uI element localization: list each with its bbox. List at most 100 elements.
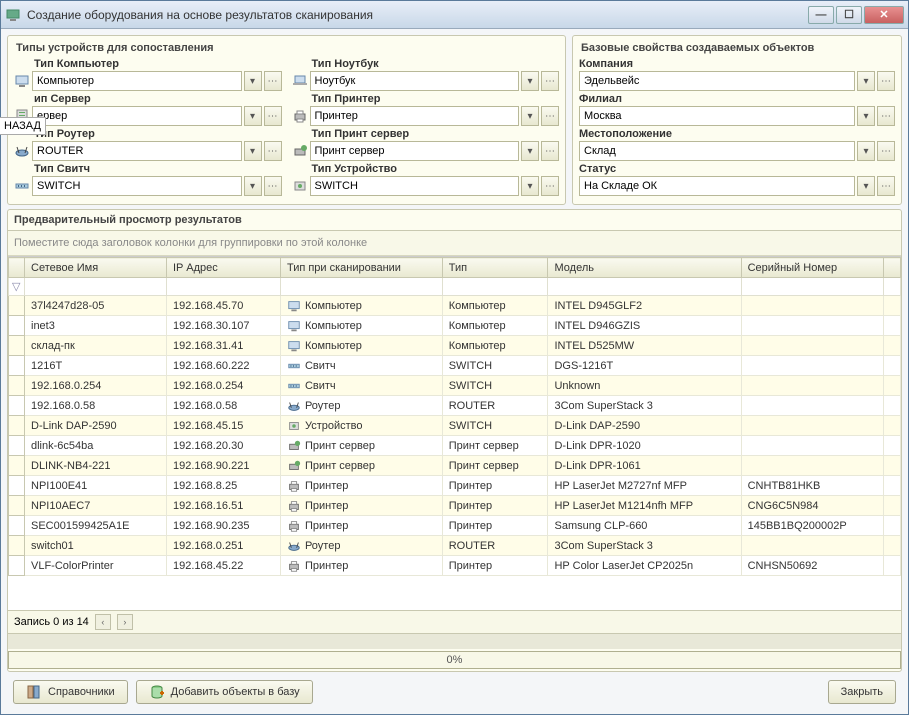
table-row[interactable]: D-Link DAP-2590192.168.45.15УстройствоSW… (9, 416, 901, 436)
row-header[interactable] (9, 376, 25, 396)
row-header[interactable] (9, 556, 25, 576)
nav-prev-button[interactable]: ‹ (95, 614, 111, 630)
browse-button[interactable]: ⋯ (264, 176, 282, 196)
devtype-input[interactable] (33, 107, 241, 125)
dropdown-button[interactable]: ▾ (244, 71, 262, 91)
row-header[interactable] (9, 356, 25, 376)
nav-next-button[interactable]: › (117, 614, 133, 630)
row-header[interactable] (9, 296, 25, 316)
table-row[interactable]: dlink-6c54ba192.168.20.30Принт серверПри… (9, 436, 901, 456)
filter-cell[interactable] (741, 278, 884, 296)
cell-serial: CNG6C5N984 (741, 496, 884, 516)
browse-button[interactable]: ⋯ (264, 106, 282, 126)
dropdown-button[interactable]: ▾ (521, 141, 539, 161)
cell-ip: 192.168.45.70 (166, 296, 280, 316)
column-header[interactable]: Сетевое Имя (25, 258, 167, 278)
browse-button[interactable]: ⋯ (877, 141, 895, 161)
dropdown-button[interactable]: ▾ (521, 106, 539, 126)
browse-button[interactable]: ⋯ (264, 71, 282, 91)
column-header[interactable]: IP Адрес (166, 258, 280, 278)
close-button[interactable]: Закрыть (828, 680, 896, 704)
devtype-input[interactable] (311, 72, 519, 90)
devtype-input[interactable] (311, 107, 519, 125)
browse-button[interactable]: ⋯ (541, 106, 559, 126)
back-tooltip: НАЗАД (0, 117, 46, 135)
table-row[interactable]: NPI100E41192.168.8.25ПринтерПринтерHP La… (9, 476, 901, 496)
filter-cell[interactable] (166, 278, 280, 296)
column-header[interactable]: Серийный Номер (741, 258, 884, 278)
maximize-button[interactable]: ☐ (836, 6, 862, 24)
table-row[interactable]: 192.168.0.58192.168.0.58РоутерROUTER3Com… (9, 396, 901, 416)
group-by-hint[interactable]: Поместите сюда заголовок колонки для гру… (8, 231, 901, 256)
window-close-button[interactable]: ✕ (864, 6, 904, 24)
dropdown-button[interactable]: ▾ (244, 176, 262, 196)
row-header[interactable] (9, 476, 25, 496)
dropdown-button[interactable]: ▾ (521, 71, 539, 91)
filter-cell[interactable] (280, 278, 442, 296)
table-row[interactable]: DLINK-NB4-221192.168.90.221Принт серверП… (9, 456, 901, 476)
filter-icon[interactable]: ▽ (9, 281, 23, 293)
cell-name: 37l4247d28-05 (25, 296, 167, 316)
titlebar[interactable]: Создание оборудования на основе результа… (1, 1, 908, 29)
table-row[interactable]: VLF-ColorPrinter192.168.45.22ПринтерПрин… (9, 556, 901, 576)
cell-name: dlink-6c54ba (25, 436, 167, 456)
baseprop-input[interactable] (580, 142, 854, 160)
table-row[interactable]: 37l4247d28-05192.168.45.70КомпьютерКомпь… (9, 296, 901, 316)
dropdown-button[interactable]: ▾ (521, 176, 539, 196)
row-header[interactable] (9, 436, 25, 456)
devtype-input[interactable] (311, 142, 519, 160)
devtype-input[interactable] (33, 72, 241, 90)
column-header[interactable]: Модель (548, 258, 741, 278)
cell-ip: 192.168.90.221 (166, 456, 280, 476)
table-row[interactable]: inet3192.168.30.107КомпьютерКомпьютерINT… (9, 316, 901, 336)
table-row[interactable]: 1216T192.168.60.222СвитчSWITCHDGS-1216T (9, 356, 901, 376)
row-header[interactable] (9, 456, 25, 476)
table-row[interactable]: 192.168.0.254192.168.0.254СвитчSWITCHUnk… (9, 376, 901, 396)
dropdown-button[interactable]: ▾ (857, 141, 875, 161)
devtype-input[interactable] (33, 177, 241, 195)
row-header[interactable] (9, 416, 25, 436)
row-header[interactable] (9, 316, 25, 336)
filter-cell[interactable] (442, 278, 548, 296)
table-row[interactable]: склад-пк192.168.31.41КомпьютерКомпьютерI… (9, 336, 901, 356)
filter-cell[interactable] (25, 278, 167, 296)
browse-button[interactable]: ⋯ (541, 141, 559, 161)
baseprop-input[interactable] (580, 177, 854, 195)
table-row[interactable]: NPI10AEC7192.168.16.51ПринтерПринтерHP L… (9, 496, 901, 516)
browse-button[interactable]: ⋯ (264, 141, 282, 161)
row-header[interactable] (9, 336, 25, 356)
devtype-input[interactable] (311, 177, 519, 195)
browse-button[interactable]: ⋯ (877, 176, 895, 196)
horizontal-scrollbar[interactable] (8, 633, 901, 649)
table-row[interactable]: SEC001599425A1E192.168.90.235ПринтерПрин… (9, 516, 901, 536)
dropdown-button[interactable]: ▾ (857, 106, 875, 126)
dropdown-button[interactable]: ▾ (244, 141, 262, 161)
row-header[interactable] (9, 536, 25, 556)
row-header[interactable] (9, 496, 25, 516)
cell-type: Компьютер (442, 296, 548, 316)
devtype-input[interactable] (33, 142, 241, 160)
add-objects-button[interactable]: Добавить объекты в базу (136, 680, 313, 704)
row-header[interactable] (9, 396, 25, 416)
browse-button[interactable]: ⋯ (541, 71, 559, 91)
dropdown-button[interactable]: ▾ (857, 71, 875, 91)
browse-button[interactable]: ⋯ (541, 176, 559, 196)
filter-cell[interactable] (548, 278, 741, 296)
baseprop-label: Местоположение (579, 128, 895, 140)
column-header[interactable]: Тип при сканировании (280, 258, 442, 278)
browse-button[interactable]: ⋯ (877, 106, 895, 126)
minimize-button[interactable]: — (808, 6, 834, 24)
table-row[interactable]: switch01192.168.0.251РоутерROUTER3Com Su… (9, 536, 901, 556)
references-button[interactable]: Справочники (13, 680, 128, 704)
browse-button[interactable]: ⋯ (877, 71, 895, 91)
column-header[interactable]: Тип (442, 258, 548, 278)
dropdown-button[interactable]: ▾ (244, 106, 262, 126)
dropdown-button[interactable]: ▾ (857, 176, 875, 196)
results-grid[interactable]: Сетевое ИмяIP АдресТип при сканированииТ… (8, 256, 901, 610)
cell-name: inet3 (25, 316, 167, 336)
baseprop-input[interactable] (580, 72, 854, 90)
row-header[interactable] (9, 516, 25, 536)
computer-icon (287, 339, 301, 353)
cell-model: DGS-1216T (548, 356, 741, 376)
baseprop-input[interactable] (580, 107, 854, 125)
